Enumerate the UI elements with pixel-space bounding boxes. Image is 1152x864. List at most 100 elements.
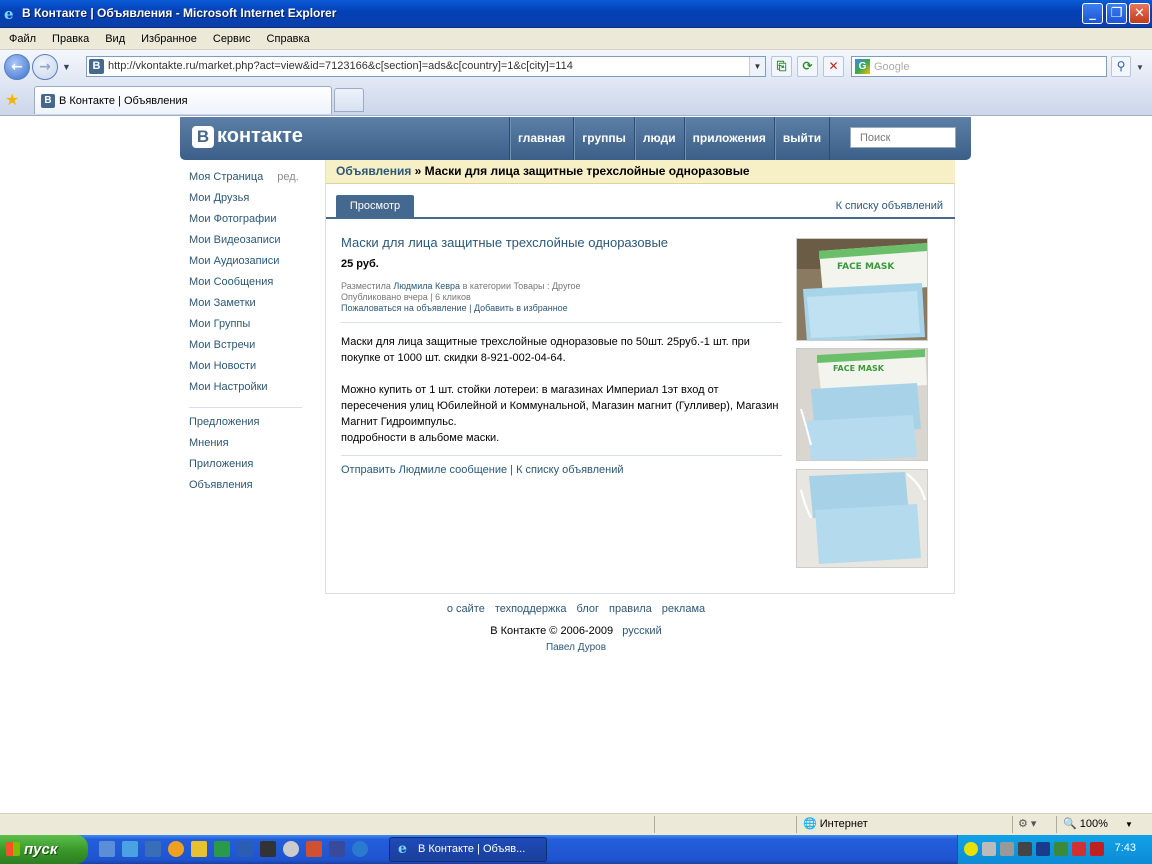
search-options-icon[interactable]: ▼ — [1136, 63, 1144, 72]
ad-photo-3[interactable] — [796, 469, 928, 568]
ad-photo-2[interactable]: FACE MASK — [796, 348, 928, 461]
tray-icon[interactable] — [1036, 842, 1050, 856]
search-box[interactable]: G Google — [851, 56, 1107, 77]
footer-ads[interactable]: реклама — [662, 603, 705, 615]
quicklaunch-app-icon[interactable] — [283, 841, 299, 857]
tray-icon[interactable] — [1000, 842, 1014, 856]
zoom-control[interactable]: 🔍 100% ▼ — [1063, 817, 1133, 830]
back-button[interactable]: ← — [4, 54, 30, 80]
menu-my-news[interactable]: Мои Новости — [189, 359, 304, 380]
list-link[interactable]: К списку объявлений — [516, 464, 623, 476]
menu-my-page-label[interactable]: Моя Страница — [189, 171, 263, 183]
antivirus-icon[interactable] — [1072, 842, 1086, 856]
breadcrumb-ads-link[interactable]: Объявления — [336, 164, 411, 178]
menu-my-notes[interactable]: Мои Заметки — [189, 296, 304, 317]
forward-button[interactable]: → — [32, 54, 58, 80]
tray-icon[interactable] — [964, 842, 978, 856]
menu-file[interactable]: Файл — [0, 28, 44, 50]
tray-icon[interactable] — [1054, 842, 1068, 856]
menu-my-messages[interactable]: Мои Сообщения — [189, 275, 304, 296]
nav-home[interactable]: главная — [509, 117, 573, 160]
menu-opinions[interactable]: Мнения — [189, 436, 304, 457]
menu-help[interactable]: Справка — [259, 28, 318, 50]
breadcrumb-current: Маски для лица защитные трехслойные одно… — [424, 164, 750, 178]
tray-icon[interactable] — [1018, 842, 1032, 856]
refresh-icon[interactable]: ⟳ — [797, 56, 818, 77]
clicks-count: 6 кликов — [435, 292, 471, 302]
tray-icon[interactable] — [1090, 842, 1104, 856]
quicklaunch-app-icon[interactable] — [260, 841, 276, 857]
footer-support[interactable]: техподдержка — [495, 603, 567, 615]
nav-people[interactable]: люди — [633, 117, 684, 160]
footer-rules[interactable]: правила — [609, 603, 652, 615]
menu-my-videos[interactable]: Мои Видеозаписи — [189, 233, 304, 254]
nav-groups[interactable]: группы — [573, 117, 634, 160]
menu-applications[interactable]: Приложения — [189, 457, 304, 478]
menu-my-settings[interactable]: Мои Настройки — [189, 380, 304, 401]
quicklaunch-app-icon[interactable] — [329, 841, 345, 857]
compatibility-icon[interactable]: ⎘ — [771, 56, 792, 77]
menu-ads[interactable]: Объявления — [189, 478, 304, 499]
favorites-star-icon[interactable]: ★ — [5, 90, 19, 110]
nav-apps[interactable]: приложения — [683, 117, 774, 160]
close-button[interactable]: ✕ — [1129, 3, 1150, 24]
tab-view[interactable]: Просмотр — [336, 195, 414, 218]
minimize-button[interactable]: _ — [1082, 3, 1103, 24]
menu-my-groups[interactable]: Мои Группы — [189, 317, 304, 338]
quicklaunch-app-icon[interactable] — [352, 841, 368, 857]
menu-my-friends[interactable]: Мои Друзья — [189, 191, 304, 212]
menu-my-photos[interactable]: Мои Фотографии — [189, 212, 304, 233]
quicklaunch-media-icon[interactable] — [168, 841, 184, 857]
maximize-button[interactable]: ❐ — [1106, 3, 1127, 24]
category-link[interactable]: Товары : Другое — [513, 281, 580, 291]
address-bar[interactable]: B http://vkontakte.ru/market.php?act=vie… — [86, 56, 766, 77]
back-to-list-link[interactable]: К списку объявлений — [836, 200, 943, 212]
tab-vkontakte[interactable]: B В Контакте | Объявления — [34, 86, 332, 114]
quicklaunch-app-icon[interactable] — [145, 841, 161, 857]
taskbar-item-ie[interactable]: e В Контакте | Объяв... — [389, 837, 547, 862]
address-dropdown-icon[interactable]: ▼ — [749, 57, 765, 76]
tray-icon[interactable] — [982, 842, 996, 856]
history-dropdown-icon[interactable]: ▼ — [62, 62, 71, 72]
menu-tools[interactable]: Сервис — [205, 28, 259, 50]
new-tab-button[interactable] — [334, 88, 364, 112]
quicklaunch-app-icon[interactable] — [306, 841, 322, 857]
footer-blog[interactable]: блог — [577, 603, 599, 615]
menu-view[interactable]: Вид — [97, 28, 133, 50]
author-link[interactable]: Людмила Кевра — [393, 281, 460, 291]
vk-logo[interactable]: Вконтакте — [192, 125, 303, 151]
menu-my-audio[interactable]: Мои Аудиозаписи — [189, 254, 304, 275]
search-placeholder: Google — [874, 61, 910, 73]
quicklaunch-app-icon[interactable] — [191, 841, 207, 857]
quicklaunch-word-icon[interactable] — [237, 841, 253, 857]
quicklaunch-ie-icon[interactable] — [122, 841, 138, 857]
quicklaunch-app-icon[interactable] — [214, 841, 230, 857]
edit-link[interactable]: ред. — [277, 171, 298, 183]
clock[interactable]: 7:43 — [1115, 842, 1136, 854]
ad-photo-1[interactable]: FACE MASK — [796, 238, 928, 341]
footer-about[interactable]: о сайте — [447, 603, 485, 615]
show-desktop-icon[interactable] — [99, 841, 115, 857]
nav-logout[interactable]: выйти — [773, 117, 831, 160]
send-message-link[interactable]: Отправить Людмиле сообщение — [341, 464, 507, 476]
menu-favorites[interactable]: Избранное — [133, 28, 205, 50]
menu-edit[interactable]: Правка — [44, 28, 97, 50]
add-favorite-link[interactable]: Добавить в избранное — [474, 303, 568, 313]
divider — [341, 322, 782, 323]
stop-icon[interactable]: ✕ — [823, 56, 844, 77]
protected-mode-icon[interactable]: ⚙ ▾ — [1018, 817, 1036, 830]
menu-my-events[interactable]: Мои Встречи — [189, 338, 304, 359]
menu-my-page[interactable]: Моя Страница ред. — [189, 170, 304, 191]
address-url[interactable]: http://vkontakte.ru/market.php?act=view&… — [108, 60, 573, 72]
start-button[interactable]: пуск — [0, 835, 88, 864]
search-icon[interactable]: ⚲ — [1111, 56, 1131, 77]
footer-author[interactable]: Павел Дуров — [0, 642, 1152, 653]
page-content: Вконтакте главная группы люди приложения вый… — [0, 117, 1152, 813]
zone-label: Интернет — [819, 818, 868, 830]
tab-label: В Контакте | Объявления — [59, 95, 188, 107]
zoom-dropdown-icon[interactable]: ▼ — [1125, 820, 1133, 829]
vk-search-input[interactable]: Поиск — [850, 127, 956, 148]
footer-language[interactable]: русский — [622, 625, 661, 637]
menu-offers[interactable]: Предложения — [189, 415, 304, 436]
report-link[interactable]: Пожаловаться на объявление — [341, 303, 467, 313]
